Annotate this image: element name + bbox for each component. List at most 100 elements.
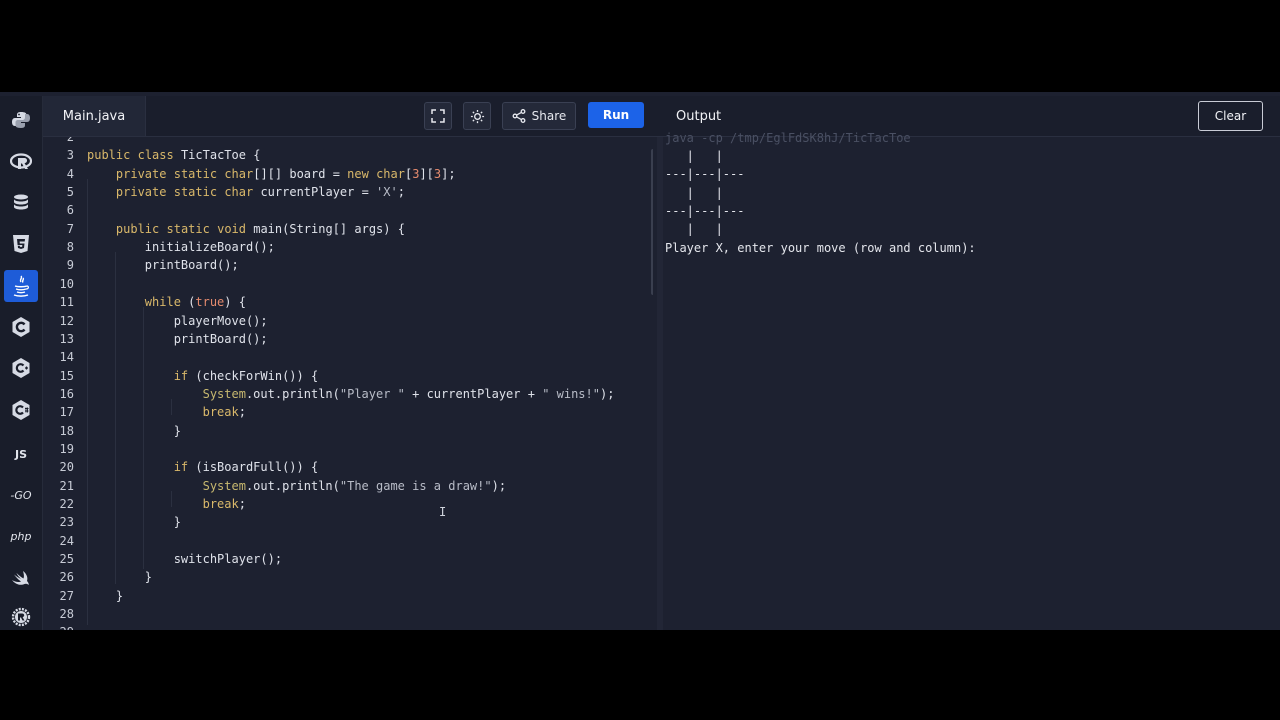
editor-header: Main.java Share Run Output Clear — [43, 96, 1280, 137]
file-tab-main-java[interactable]: Main.java — [43, 96, 146, 136]
code-line: 5 private static char currentPlayer = 'X… — [43, 183, 653, 201]
line-number: 11 — [59, 295, 74, 310]
line-number: 7 — [66, 221, 74, 236]
r-icon[interactable] — [4, 146, 38, 178]
code-line: 10 — [43, 275, 653, 293]
line-number: 13 — [59, 331, 74, 346]
language-sidebar: JS -GO php — [0, 96, 43, 630]
line-number: 6 — [66, 203, 74, 218]
code-text: private static char[][] board = new char… — [115, 166, 456, 181]
line-number: 20 — [59, 460, 74, 475]
code-text: printBoard(); — [87, 331, 268, 346]
code-text: switchPlayer(); — [87, 552, 283, 567]
code-line: 27 } — [43, 587, 653, 605]
line-number: 10 — [59, 276, 74, 291]
swift-icon[interactable] — [4, 562, 38, 594]
code-line: 9 printBoard(); — [43, 256, 653, 274]
theme-toggle-button[interactable] — [463, 102, 491, 130]
line-number: 16 — [59, 386, 74, 401]
code-line: 12 playerMove(); — [43, 312, 653, 330]
line-number: 29 — [43, 623, 74, 630]
code-text: break; — [202, 497, 246, 511]
code-text: playerMove(); — [87, 313, 268, 328]
line-number: 2 — [66, 137, 74, 144]
code-text: } — [87, 588, 124, 603]
java-icon[interactable] — [4, 270, 38, 302]
text-cursor-icon: I — [439, 505, 447, 519]
share-button[interactable]: Share — [502, 102, 576, 130]
code-text: private static char currentPlayer = 'X'; — [115, 185, 405, 200]
code-line: 29 — [43, 623, 653, 630]
line-number: 8 — [66, 240, 74, 255]
output-line: ---|---|--- — [665, 167, 745, 182]
output-line: ---|---|--- — [665, 203, 745, 218]
csharp-icon[interactable] — [4, 394, 38, 426]
output-line: | | — [665, 185, 723, 200]
line-number: 19 — [59, 441, 74, 456]
go-icon[interactable]: -GO — [4, 479, 38, 511]
file-tab-label: Main.java — [62, 108, 126, 124]
code-line: 3 public class TicTacToe { — [43, 146, 653, 164]
line-number: 21 — [59, 478, 74, 493]
editor-scrollbar[interactable] — [651, 149, 653, 295]
line-number: 28 — [59, 607, 74, 622]
code-line: 23 } — [43, 513, 653, 531]
line-number: 22 — [59, 497, 74, 511]
output-line: | | — [665, 222, 723, 237]
code-line: 24 — [43, 532, 653, 550]
code-line: 18 } — [43, 422, 653, 440]
code-line: 7 public static void main(String[] args)… — [43, 220, 653, 238]
code-line: 19 — [43, 440, 653, 458]
code-text: System.out.println("The game is a draw!"… — [202, 478, 507, 493]
output-command: java -cp /tmp/EglFdSK8hJ/TicTacToe — [665, 131, 911, 145]
code-line: 21 System.out.println("The game is a dra… — [43, 477, 653, 495]
code-line: 2 — [43, 137, 653, 146]
sun-icon — [470, 109, 484, 123]
code-line: 6 — [43, 201, 653, 219]
code-text: public static void main(String[] args) { — [115, 221, 405, 236]
line-number: 26 — [59, 570, 74, 585]
database-icon[interactable] — [4, 187, 38, 219]
output-panel: java -cp /tmp/EglFdSK8hJ/TicTacToe | | --… — [663, 131, 1280, 630]
output-line: Player X, enter your move (row and colum… — [665, 240, 976, 255]
run-button[interactable]: Run — [588, 102, 644, 128]
php-icon[interactable]: php — [4, 520, 38, 552]
code-text: while (true) { — [144, 295, 246, 310]
line-number: 15 — [59, 368, 74, 383]
line-number: 5 — [66, 185, 74, 200]
code-text: } — [87, 423, 181, 438]
line-number: 14 — [59, 350, 74, 365]
code-line: 20 if (isBoardFull()) { — [43, 458, 653, 476]
code-line: 13 printBoard(); — [43, 330, 653, 348]
python-icon[interactable] — [4, 104, 38, 136]
code-line: 8 initializeBoard(); — [43, 238, 653, 256]
code-text: public class TicTacToe { — [87, 148, 261, 163]
cpp-icon[interactable] — [4, 352, 38, 384]
code-line: 25 switchPlayer(); — [43, 550, 653, 568]
code-text: if (isBoardFull()) { — [173, 460, 319, 475]
line-number: 4 — [66, 166, 74, 181]
code-text: } — [87, 570, 153, 585]
code-line: 14 — [43, 348, 653, 366]
c-icon[interactable] — [4, 311, 38, 343]
code-text: } — [87, 515, 181, 530]
clear-button[interactable]: Clear — [1198, 101, 1263, 131]
line-number: 27 — [59, 588, 74, 603]
code-text: break; — [202, 405, 246, 420]
fullscreen-button[interactable] — [424, 102, 452, 130]
output-line: | | — [665, 149, 723, 163]
code-line: 11 while (true) { — [43, 293, 653, 311]
code-line: 17 break; — [43, 403, 653, 421]
clear-label: Clear — [1214, 109, 1247, 123]
line-number: 3 — [66, 148, 74, 163]
code-editor[interactable]: 2 3 public class TicTacToe {4 private stat… — [43, 137, 653, 630]
rust-icon[interactable] — [4, 601, 38, 630]
html5-icon[interactable] — [4, 228, 38, 260]
compiler-app: JS -GO php Main.java Share Run Output Cl… — [0, 92, 1280, 630]
code-line: 28 — [43, 605, 653, 623]
share-label: Share — [531, 109, 567, 123]
line-number: 25 — [59, 552, 74, 567]
line-number: 23 — [59, 515, 74, 530]
code-text: printBoard(); — [87, 258, 239, 273]
js-icon[interactable]: JS — [4, 438, 38, 470]
